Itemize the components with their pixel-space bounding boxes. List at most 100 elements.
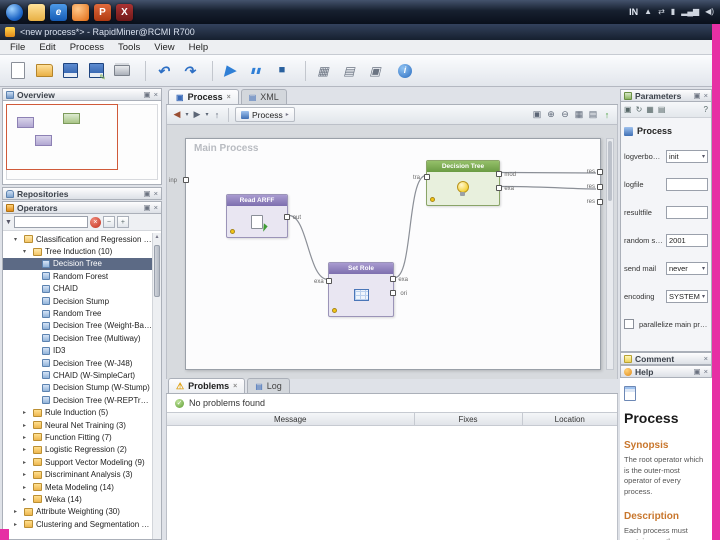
zoom-out-icon[interactable]: ⊖: [560, 108, 570, 122]
input-port[interactable]: [424, 174, 430, 180]
operator-tree-item[interactable]: Logistic Regression (2): [3, 444, 152, 456]
detach-icon[interactable]: ▣: [144, 189, 151, 198]
fit-view-icon[interactable]: ▦: [574, 108, 584, 122]
new-process-icon[interactable]: [6, 59, 30, 83]
overview-header[interactable]: Overview ▣×: [2, 88, 162, 101]
scrollbar-thumb[interactable]: [154, 245, 160, 297]
design-perspective-icon[interactable]: ▦: [311, 59, 335, 83]
result-perspective-icon[interactable]: ▤: [337, 59, 361, 83]
operator-tree-item[interactable]: CHAID (W-SimpleCart): [3, 369, 152, 381]
expander-icon[interactable]: [23, 496, 30, 503]
column-location[interactable]: Location: [523, 413, 618, 425]
close-icon[interactable]: ×: [704, 367, 708, 376]
comment-bar[interactable]: Comment ×: [620, 352, 712, 365]
zoom-in-icon[interactable]: ⊕: [546, 108, 556, 122]
operator-tree-item[interactable]: Support Vector Modeling (9): [3, 456, 152, 468]
print-icon[interactable]: [110, 59, 134, 83]
operator-tree-item[interactable]: Neural Net Training (3): [3, 419, 152, 431]
menu-item[interactable]: View: [147, 40, 181, 54]
media-player-icon[interactable]: [72, 4, 89, 21]
tab-xml[interactable]: ▤ XML: [241, 89, 287, 104]
expander-icon[interactable]: [23, 446, 30, 453]
wire-decisiontree-res2[interactable]: [501, 187, 596, 190]
expander-icon[interactable]: [23, 422, 30, 429]
operator-tree-item[interactable]: Decision Tree (W-REPTree): [3, 394, 152, 406]
expert-mode-icon[interactable]: ▦: [646, 105, 654, 114]
powerpoint-icon[interactable]: P: [94, 4, 111, 21]
operator-decision-tree[interactable]: Decision Tree tra mod exa: [426, 160, 500, 206]
internet-explorer-icon[interactable]: e: [50, 4, 67, 21]
menu-item[interactable]: Tools: [111, 40, 147, 54]
operator-tree-item[interactable]: Random Forest: [3, 270, 152, 282]
process-input-port[interactable]: [183, 177, 189, 183]
redo-icon[interactable]: ↷: [177, 59, 201, 83]
close-tab-icon[interactable]: ×: [233, 383, 237, 390]
result-port[interactable]: res: [587, 199, 603, 205]
undo-icon[interactable]: ↶: [151, 59, 175, 83]
battery-icon[interactable]: ▮: [671, 8, 675, 16]
close-icon[interactable]: ×: [154, 189, 158, 198]
operator-search-input[interactable]: [14, 216, 88, 228]
tab-process[interactable]: ▣ Process ×: [168, 89, 239, 104]
parameter-field[interactable]: SYSTEM ▾: [666, 290, 708, 303]
result-port[interactable]: res: [587, 184, 603, 190]
parameter-field[interactable]: never ▾: [666, 262, 708, 275]
scrollbar-thumb[interactable]: [608, 141, 612, 201]
operator-tree-item[interactable]: CHAID: [3, 283, 152, 295]
wizard-perspective-icon[interactable]: ▣: [363, 59, 387, 83]
clear-search-icon[interactable]: ×: [90, 217, 101, 228]
menu-item[interactable]: Help: [182, 40, 216, 54]
volume-icon[interactable]: ◀): [705, 8, 714, 16]
operator-tree-item[interactable]: Attribute Weighting (30): [3, 506, 152, 518]
parameter-field[interactable]: init ▾: [666, 150, 708, 163]
port-square[interactable]: [597, 169, 603, 175]
breadcrumb[interactable]: Process ▸: [235, 107, 295, 122]
close-icon[interactable]: ×: [704, 354, 708, 363]
parameters-header[interactable]: Parameters ▣×: [620, 89, 712, 102]
operator-tree-item[interactable]: Decision Stump (W-Stump): [3, 382, 152, 394]
expander-icon[interactable]: [14, 236, 21, 243]
app-window-icon[interactable]: X: [116, 4, 133, 21]
auto-wire-icon[interactable]: ▣: [532, 108, 542, 122]
menu-item[interactable]: Edit: [32, 40, 62, 54]
run-icon[interactable]: ▶: [218, 59, 242, 83]
operator-tree-item[interactable]: Rule Induction (5): [3, 406, 152, 418]
canvas-scrollbar[interactable]: [606, 138, 614, 370]
network-icon[interactable]: ⇄: [658, 8, 665, 16]
port-square[interactable]: [597, 199, 603, 205]
pause-icon[interactable]: ▮▮: [244, 59, 268, 83]
operator-tree-item[interactable]: Decision Tree (Multiway): [3, 332, 152, 344]
expander-icon[interactable]: [23, 459, 30, 466]
forward-icon[interactable]: ▶: [192, 108, 202, 122]
language-indicator[interactable]: IN: [629, 7, 638, 17]
detach-icon[interactable]: ▣: [144, 90, 151, 99]
help-header[interactable]: Help ▣×: [620, 365, 712, 378]
stop-icon[interactable]: ■: [270, 59, 294, 83]
detach-icon[interactable]: ▣: [694, 91, 701, 100]
menu-item[interactable]: File: [3, 40, 32, 54]
info-icon[interactable]: i: [393, 59, 417, 83]
operator-tree-item[interactable]: Meta Modeling (14): [3, 481, 152, 493]
filter-menu-icon[interactable]: ▼: [5, 219, 12, 226]
operator-tree-item[interactable]: Tree Induction (10): [3, 245, 152, 257]
open-process-icon[interactable]: [32, 59, 56, 83]
operator-tree-item[interactable]: Decision Stump: [3, 295, 152, 307]
operator-tree-item[interactable]: Weka (14): [3, 493, 152, 505]
expander-icon[interactable]: [23, 434, 30, 441]
close-icon[interactable]: ×: [154, 203, 158, 212]
operator-read-arff[interactable]: Read ARFF out: [226, 194, 288, 238]
operators-header[interactable]: Operators ▣×: [2, 201, 162, 214]
menu-item[interactable]: Process: [63, 40, 111, 54]
tab-problems[interactable]: ⚠ Problems ×: [168, 378, 245, 393]
show-advanced-icon[interactable]: ▤: [658, 105, 666, 114]
wire-readarff-setrole[interactable]: [289, 216, 328, 280]
explorer-icon[interactable]: [28, 4, 45, 21]
back-history-icon[interactable]: ▾: [184, 108, 190, 122]
run-here-icon[interactable]: ↑: [602, 108, 612, 122]
show-hidden-icons-icon[interactable]: ▲: [644, 8, 652, 16]
expand-all-icon[interactable]: +: [117, 216, 129, 228]
expander-icon[interactable]: [23, 248, 30, 255]
operator-tree-item[interactable]: Classification and Regression (54): [3, 233, 152, 245]
output-port[interactable]: [390, 276, 396, 282]
expander-icon[interactable]: [23, 471, 30, 478]
